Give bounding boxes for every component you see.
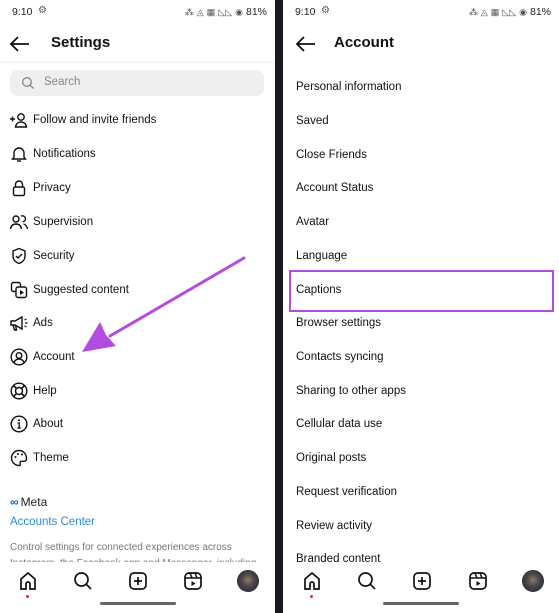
battery-saver-icon: ◉ xyxy=(519,6,527,17)
menu-item-review-activity[interactable]: Review activity xyxy=(296,520,372,532)
menu-item-personal-information[interactable]: Personal information xyxy=(296,81,401,93)
menu-item-original-posts[interactable]: Original posts xyxy=(296,452,366,464)
volte-icon: ▦ xyxy=(490,6,500,17)
menu-item-saved[interactable]: Saved xyxy=(296,115,329,127)
menu-item-language[interactable]: Language xyxy=(296,250,347,262)
menu-item-captions[interactable]: Captions xyxy=(296,284,341,296)
menu-item-close-friends[interactable]: Close Friends xyxy=(296,149,367,161)
profile-avatar[interactable] xyxy=(522,570,544,592)
wifi-icon: ◬ xyxy=(480,6,488,17)
annotation-arrow xyxy=(82,256,246,352)
status-bar: 9:10 ⚙ ⁂ ◬ ▦ ◺◺ ◉ 81% xyxy=(283,0,559,24)
menu-item-avatar[interactable]: Avatar xyxy=(296,216,329,228)
account-screen: 9:10 ⚙ ⁂ ◬ ▦ ◺◺ ◉ 81% Account Personal i… xyxy=(283,0,559,613)
data-speed-icon: ⁂ xyxy=(468,6,478,17)
back-arrow-icon[interactable] xyxy=(295,34,317,54)
home-icon[interactable] xyxy=(301,570,323,592)
search-nav-icon[interactable] xyxy=(356,570,378,592)
avatar xyxy=(522,570,544,592)
home-indicator[interactable] xyxy=(383,602,459,605)
status-time: 9:10 xyxy=(295,6,316,18)
menu-item-account-status[interactable]: Account Status xyxy=(296,182,373,194)
create-post-icon[interactable] xyxy=(411,570,433,592)
menu-item-browser-settings[interactable]: Browser settings xyxy=(296,317,381,329)
settings-gear-icon: ⚙ xyxy=(321,5,330,16)
status-icons: ⁂ ◬ ▦ ◺◺ ◉ 81% xyxy=(469,6,551,18)
settings-screen: 9:10 ⚙ ⁂ ◬ ▦ ◺◺ ◉ 81% Settings Search Fo… xyxy=(0,0,275,613)
menu-item-contacts-syncing[interactable]: Contacts syncing xyxy=(296,351,384,363)
notification-dot xyxy=(310,595,313,598)
page-title: Account xyxy=(334,34,394,51)
menu-item-cellular-data[interactable]: Cellular data use xyxy=(296,418,382,430)
menu-item-request-verification[interactable]: Request verification xyxy=(296,486,397,498)
battery-level: 81% xyxy=(529,6,551,18)
bottom-nav xyxy=(283,562,559,613)
menu-item-sharing-other-apps[interactable]: Sharing to other apps xyxy=(296,385,406,397)
signal-icon: ◺◺ xyxy=(502,6,517,17)
header: Account xyxy=(283,28,559,60)
reels-icon[interactable] xyxy=(467,570,489,592)
